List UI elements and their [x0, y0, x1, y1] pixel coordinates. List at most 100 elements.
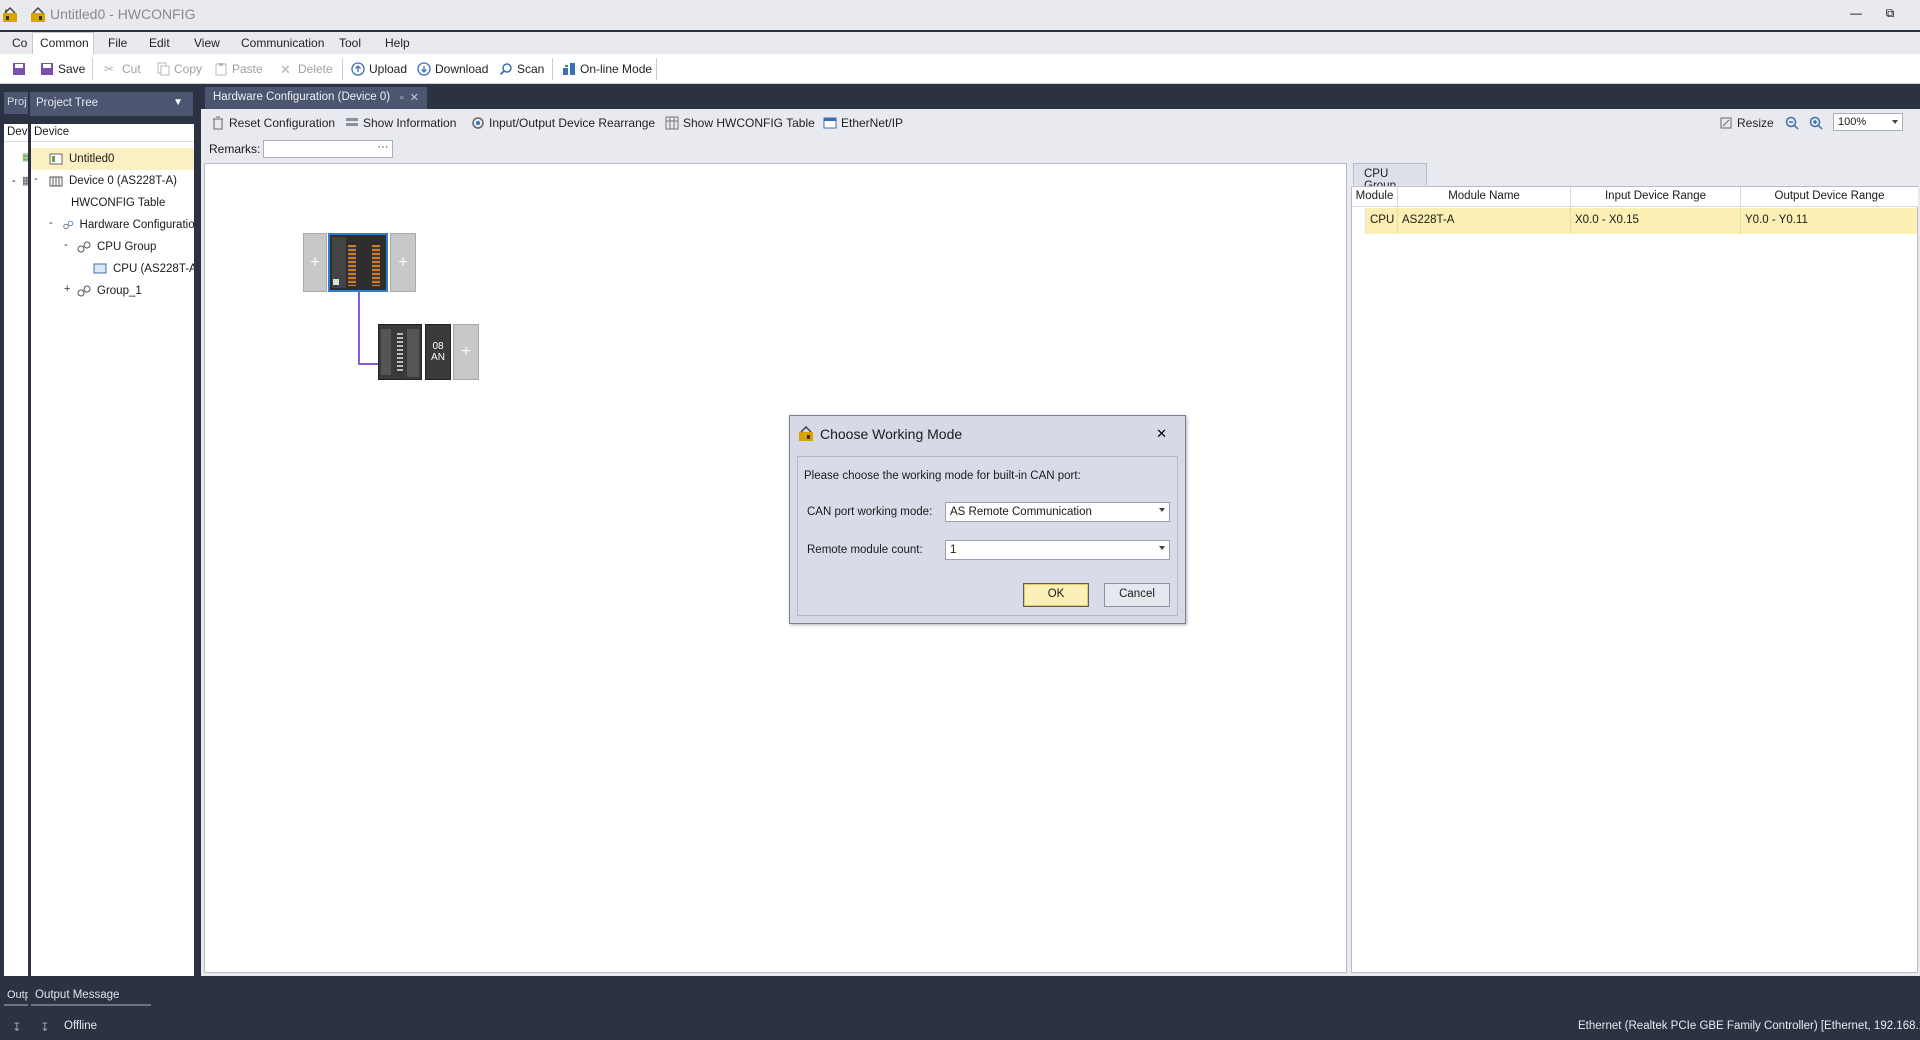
menu-edit[interactable]: Edit [149, 36, 170, 50]
menu-common-short[interactable]: Co [12, 36, 27, 50]
column-header-output-range[interactable]: Output Device Range [1741, 187, 1918, 207]
can-mode-select[interactable]: AS Remote Communication [945, 502, 1170, 522]
menu-communication[interactable]: Communication [241, 36, 324, 50]
paste-label: Paste [232, 62, 263, 76]
tree-item-label: Untitled0 [69, 153, 115, 165]
column-header-module[interactable]: Module [1352, 187, 1398, 207]
tree-item-cpu[interactable]: CPU (AS228T-A) [31, 258, 194, 280]
reset-configuration-button[interactable]: Reset Configuration [211, 114, 335, 132]
zoom-select[interactable]: 100% [1833, 113, 1903, 131]
resize-button[interactable]: Resize [1719, 114, 1774, 132]
dialog-title: Choose Working Mode [820, 426, 963, 442]
cell-module: CPU [1366, 208, 1398, 234]
tab-label: Hardware Configuration (Device 0) [213, 91, 391, 103]
upload-icon [351, 62, 365, 76]
show-hwconfig-table-button[interactable]: Show HWCONFIG Table [665, 114, 815, 132]
io-terminal-strip [348, 245, 356, 286]
paste-icon [215, 63, 227, 76]
zoom-value: 100% [1838, 116, 1867, 128]
window-title: Untitled0 - HWCONFIG [50, 6, 200, 22]
tab-hardware-configuration[interactable]: Hardware Configuration (Device 0) ▫ ✕ [205, 87, 427, 109]
online-mode-button[interactable]: On-line Mode [562, 60, 652, 78]
zoom-out-button[interactable] [1785, 114, 1799, 132]
copy-icon [157, 62, 170, 76]
project-tree-header: Project Tree ▼ [30, 92, 193, 116]
pin-icon[interactable]: ▼ [173, 97, 183, 108]
tree-item-label: CPU Group [97, 241, 157, 253]
scan-label: Scan [517, 62, 545, 76]
copy-button[interactable]: Copy [156, 60, 202, 78]
close-icon[interactable]: ✕ [1156, 426, 1167, 442]
ethernet-ip-button[interactable]: EtherNet/IP [823, 114, 903, 132]
trash-icon [213, 116, 223, 130]
tab-controls: ▫ ✕ [400, 91, 419, 104]
collapsed-column-header: Devi [4, 124, 28, 142]
status-connection: Ethernet (Realtek PCIe GBE Family Contro… [1578, 1020, 1920, 1032]
cpu-icon [93, 263, 107, 274]
tree-item-hardware-configuration[interactable]: Hardware Configuration [31, 214, 194, 236]
menu-view[interactable]: View [194, 36, 220, 50]
column-header-module-name[interactable]: Module Name [1398, 187, 1571, 207]
cell-input-range: X0.0 - X0.15 [1571, 208, 1741, 234]
tab-output-message[interactable]: Output Message [31, 986, 151, 1006]
zoom-in-button[interactable] [1809, 114, 1823, 132]
tab-cpu-group[interactable]: CPU Group [1353, 163, 1427, 192]
main-toolbar: Save ✂ Cut Copy Paste ✕ Delete Upload Do… [0, 54, 1920, 84]
close-icon[interactable]: ✕ [410, 92, 419, 104]
tree-item-untitled0[interactable]: Untitled0 [31, 148, 194, 170]
cancel-button[interactable]: Cancel [1104, 583, 1170, 607]
pin-icon[interactable]: ▫ [400, 92, 404, 104]
tree-item-label: CPU (AS228T-A) [113, 263, 194, 275]
add-slot-remote[interactable]: + [453, 324, 479, 380]
zoom-in-icon [1809, 116, 1823, 130]
paste-button[interactable]: Paste [214, 60, 263, 78]
can-mode-value: AS Remote Communication [950, 506, 1092, 518]
tree-item-cpu-group[interactable]: CPU Group [31, 236, 194, 258]
upload-button[interactable]: Upload [351, 60, 407, 78]
minimize-icon[interactable]: — [1846, 6, 1866, 22]
menu-tool[interactable]: Tool [339, 36, 361, 50]
delete-icon: ✕ [280, 62, 291, 77]
cpu-group-grid: Module Module Name Input Device Range Ou… [1351, 186, 1918, 973]
menu-file[interactable]: File [108, 36, 127, 50]
connection-icon: ↧ [40, 1022, 50, 1034]
row-selector[interactable] [1352, 208, 1366, 234]
scan-button[interactable]: Scan [499, 60, 544, 78]
analog-module-08an[interactable]: 08 AN [425, 324, 451, 380]
cpu-module-as228t-a[interactable] [328, 233, 388, 292]
tree-item-hwconfig-table[interactable]: HWCONFIG Table [31, 192, 194, 214]
menu-help[interactable]: Help [385, 36, 410, 50]
add-slot-right[interactable]: + [390, 233, 416, 292]
remote-count-select[interactable]: 1 [945, 540, 1170, 560]
remote-adapter-module[interactable] [378, 324, 422, 380]
app-icon [799, 426, 813, 441]
tree-item-label: HWCONFIG Table [71, 197, 166, 209]
ethernet-ip-label: EtherNet/IP [841, 116, 904, 130]
save-small-button[interactable] [12, 60, 26, 78]
add-slot-left[interactable]: + [303, 233, 327, 292]
resize-label: Resize [1737, 116, 1774, 130]
cut-button[interactable]: ✂ Cut [104, 60, 141, 78]
tree-item-group1[interactable]: Group_1 [31, 280, 194, 302]
rearrange-button[interactable]: Input/Output Device Rearrange [471, 114, 655, 132]
show-hwconfig-table-label: Show HWCONFIG Table [683, 116, 815, 130]
module-label-08: 08 [432, 341, 444, 352]
output-tab-short[interactable]: Outp [4, 986, 28, 1006]
menu-common[interactable]: Common [40, 36, 89, 50]
zoom-out-icon [1785, 116, 1799, 130]
save-button[interactable]: Save [40, 60, 85, 78]
project-tab-short[interactable]: Proj [4, 92, 28, 114]
remote-count-value: 1 [950, 544, 957, 556]
delete-button[interactable]: ✕ Delete [280, 60, 333, 78]
restore-icon[interactable]: ⧉ [1880, 6, 1900, 22]
show-information-button[interactable]: Show Information [345, 114, 456, 132]
ok-button[interactable]: OK [1023, 583, 1089, 607]
column-header-input-range[interactable]: Input Device Range [1571, 187, 1741, 207]
project-icon [49, 153, 63, 165]
collapse-icon[interactable]: - [12, 175, 16, 187]
toolbar-divider [552, 58, 553, 80]
tree-item-device0[interactable]: Device 0 (AS228T-A) [31, 170, 194, 192]
remarks-browse-button[interactable]: ··· [373, 140, 393, 158]
module-panel [381, 329, 391, 375]
download-button[interactable]: Download [417, 60, 488, 78]
